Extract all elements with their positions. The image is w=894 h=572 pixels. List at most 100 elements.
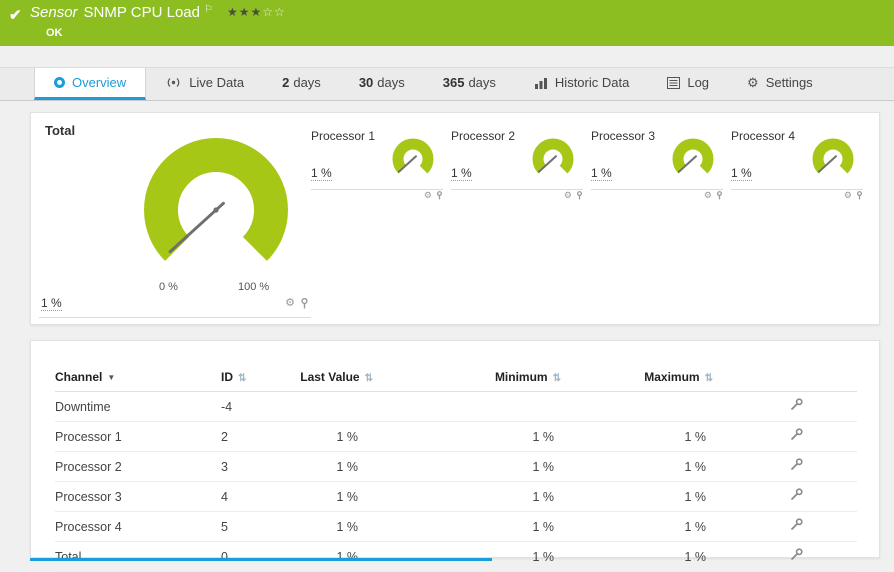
tab-log[interactable]: Log	[648, 68, 728, 100]
tab-overview[interactable]: Overview	[34, 68, 146, 100]
processor-4-gear-icon[interactable]: ⚙	[844, 191, 852, 200]
processor-4-value[interactable]: 1 %	[731, 166, 752, 181]
cell-last-value: 1 %	[271, 542, 373, 572]
status-ok-icon: ✔	[9, 6, 22, 24]
cell-minimum: 1 %	[373, 512, 561, 542]
tab-overview-label: Overview	[72, 75, 126, 90]
col-header-minimum[interactable]: Minimum⇅	[373, 363, 561, 392]
historic-data-icon	[534, 77, 548, 89]
cell-minimum: 1 %	[373, 452, 561, 482]
cell-channel[interactable]: Processor 2	[55, 452, 221, 482]
processor-1-pin-icon[interactable]	[436, 191, 443, 200]
processor-3-pin-icon[interactable]	[716, 191, 723, 200]
table-header-row: Channel▼ ID⇅ Last Value⇅ Minimum⇅ Maximu…	[55, 363, 857, 392]
processor-2-label: Processor 2	[451, 129, 515, 143]
tab-historic-data-label: Historic Data	[555, 75, 629, 90]
total-gauge-min-label: 0 %	[159, 281, 178, 293]
cell-last-value: 1 %	[271, 512, 373, 542]
cell-last-value: 1 %	[271, 422, 373, 452]
tab-bar: Overview Live Data 2days 30days 365days …	[0, 67, 894, 101]
processor-2-gauge-block: Processor 2 1 % ⚙	[451, 129, 583, 205]
page-title: Sensor SNMP CPU Load ⚐ ★★★☆☆	[30, 4, 286, 21]
processor-1-gear-icon[interactable]: ⚙	[424, 191, 432, 200]
total-gauge-value[interactable]: 1 %	[41, 296, 62, 311]
table-row: Processor 3 4 1 % 1 % 1 %	[55, 482, 857, 512]
tab-live-data[interactable]: Live Data	[146, 68, 263, 100]
sensor-header: ✔ Sensor SNMP CPU Load ⚐ ★★★☆☆ OK	[0, 0, 894, 46]
tab-30-days[interactable]: 30days	[340, 68, 424, 100]
processor-3-gauge	[669, 135, 717, 188]
cell-last-value: 1 %	[271, 452, 373, 482]
cell-channel[interactable]: Total	[55, 542, 221, 572]
channel-settings-icon[interactable]	[789, 398, 803, 412]
processor-4-gauge-block: Processor 4 1 % ⚙	[731, 129, 863, 205]
sensor-title: SNMP CPU Load	[84, 4, 200, 21]
tab-2-days[interactable]: 2days	[263, 68, 340, 100]
col-header-last-value[interactable]: Last Value⇅	[271, 363, 373, 392]
tab-live-data-label: Live Data	[189, 75, 244, 90]
overview-icon	[54, 77, 65, 88]
total-gauge-gear-icon[interactable]: ⚙	[285, 298, 295, 309]
channel-settings-icon[interactable]	[789, 458, 803, 472]
channel-settings-icon[interactable]	[789, 518, 803, 532]
cell-channel[interactable]: Downtime	[55, 392, 221, 422]
processor-1-value[interactable]: 1 %	[311, 166, 332, 181]
total-gauge-footer: 1 % ⚙	[39, 293, 311, 318]
col-header-maximum[interactable]: Maximum⇅	[561, 363, 713, 392]
table-row: Total 0 1 % 1 % 1 %	[55, 542, 857, 572]
processor-4-pin-icon[interactable]	[856, 191, 863, 200]
channel-settings-icon[interactable]	[789, 428, 803, 442]
total-gauge	[131, 125, 301, 300]
processor-4-gauge	[809, 135, 857, 188]
sensor-kind-label: Sensor	[30, 4, 78, 21]
tab-historic-data[interactable]: Historic Data	[515, 68, 648, 100]
log-icon	[667, 77, 680, 89]
col-header-id[interactable]: ID⇅	[221, 363, 271, 392]
processor-2-value[interactable]: 1 %	[451, 166, 472, 181]
processor-3-gear-icon[interactable]: ⚙	[704, 191, 712, 200]
gauges-panel: Total 0 % 100 % 1 % ⚙ Processor 1 1 %	[30, 112, 880, 325]
processor-3-label: Processor 3	[591, 129, 655, 143]
tab-settings[interactable]: ⚙ Settings	[728, 68, 832, 100]
cell-minimum	[373, 392, 561, 422]
cell-minimum: 1 %	[373, 542, 561, 572]
cell-id: 3	[221, 452, 271, 482]
total-gauge-pivot	[213, 207, 218, 212]
cell-last-value: 1 %	[271, 482, 373, 512]
cell-channel[interactable]: Processor 1	[55, 422, 221, 452]
total-gauge-arc	[161, 155, 271, 249]
processor-2-pin-icon[interactable]	[576, 191, 583, 200]
live-data-icon	[165, 76, 182, 89]
channel-settings-icon[interactable]	[789, 488, 803, 502]
processor-2-gear-icon[interactable]: ⚙	[564, 191, 572, 200]
table-row: Processor 4 5 1 % 1 % 1 %	[55, 512, 857, 542]
cell-minimum: 1 %	[373, 482, 561, 512]
cell-id: 2	[221, 422, 271, 452]
priority-stars[interactable]: ★★★☆☆	[227, 5, 286, 19]
col-header-channel[interactable]: Channel▼	[55, 363, 221, 392]
sort-icon: ⇅	[553, 373, 561, 384]
sort-icon: ⇅	[365, 373, 373, 384]
processor-1-label: Processor 1	[311, 129, 375, 143]
status-badge: OK	[46, 27, 63, 39]
cell-maximum: 1 %	[561, 422, 713, 452]
processor-4-label: Processor 4	[731, 129, 795, 143]
col-header-tools	[713, 363, 857, 392]
cell-maximum: 1 %	[561, 482, 713, 512]
processor-3-value[interactable]: 1 %	[591, 166, 612, 181]
tab-365-days[interactable]: 365days	[424, 68, 515, 100]
cell-maximum: 1 %	[561, 512, 713, 542]
processor-2-gauge	[529, 135, 577, 188]
cell-maximum: 1 %	[561, 452, 713, 482]
cell-channel[interactable]: Processor 4	[55, 512, 221, 542]
tab-settings-label: Settings	[766, 75, 813, 90]
flag-icon[interactable]: ⚐	[204, 4, 213, 15]
sort-icon: ⇅	[238, 373, 246, 384]
cell-id: -4	[221, 392, 271, 422]
cell-channel[interactable]: Processor 3	[55, 482, 221, 512]
channels-panel: Channel▼ ID⇅ Last Value⇅ Minimum⇅ Maximu…	[30, 340, 880, 558]
total-gauge-pin-icon[interactable]	[300, 298, 309, 309]
channel-settings-icon[interactable]	[789, 548, 803, 562]
sort-desc-icon: ▼	[107, 373, 115, 382]
channels-table: Channel▼ ID⇅ Last Value⇅ Minimum⇅ Maximu…	[55, 363, 857, 572]
